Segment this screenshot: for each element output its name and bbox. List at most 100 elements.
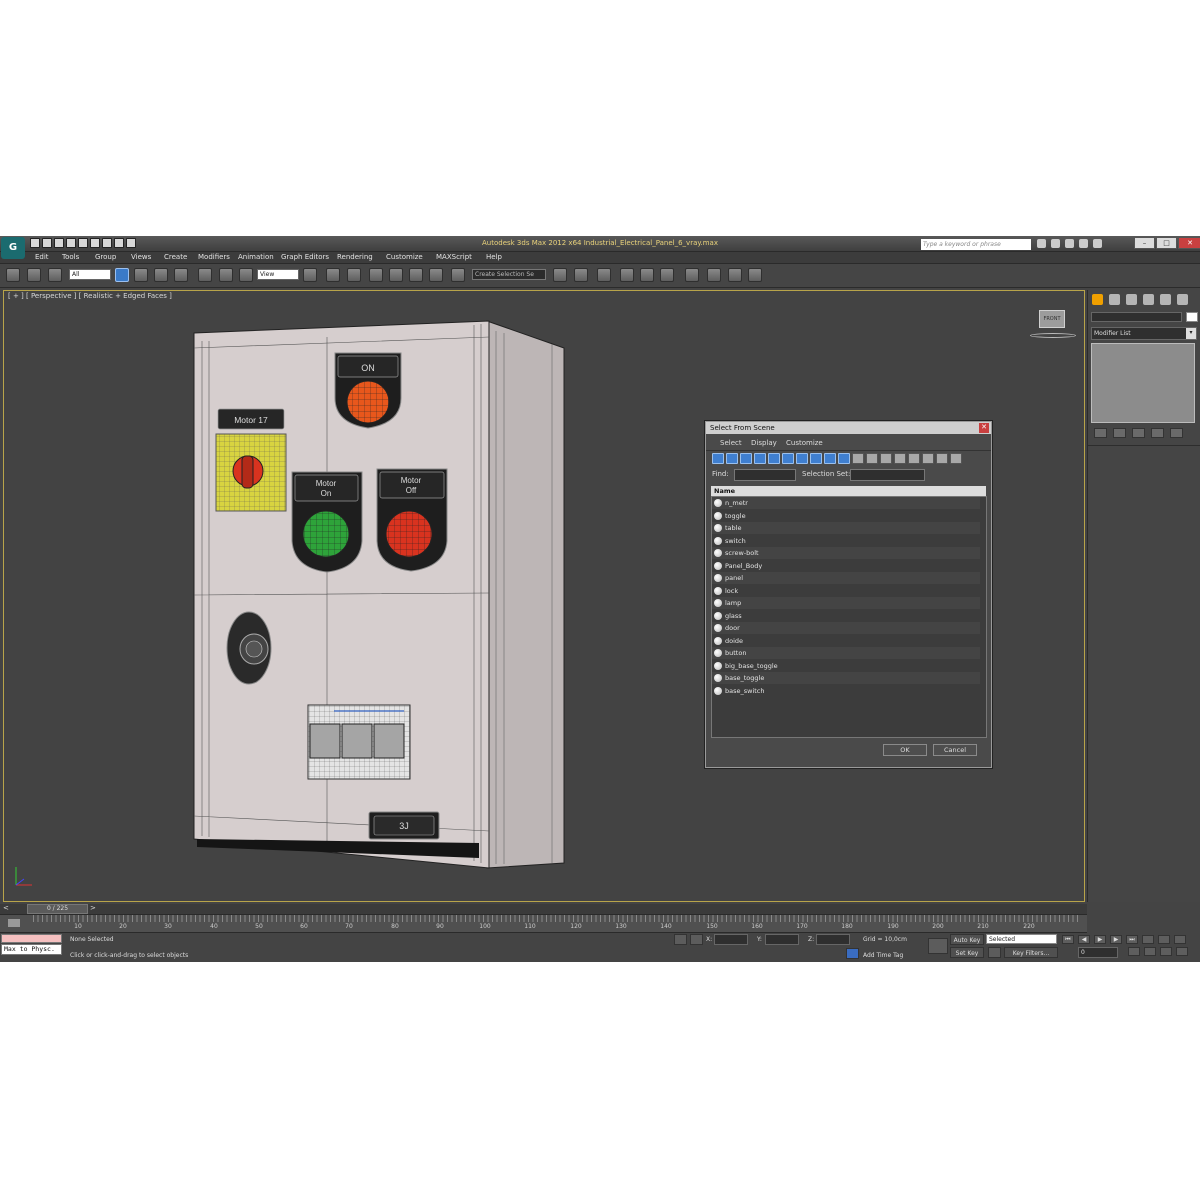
menu-graph-editors[interactable]: Graph Editors [281, 253, 329, 261]
key-filters-button[interactable]: Key Filters... [1004, 947, 1058, 958]
angle-snap-icon[interactable] [389, 268, 403, 282]
list-item[interactable]: switch [712, 535, 980, 547]
maxscript-listener-input[interactable]: Max to Physc. [1, 944, 62, 955]
search-input[interactable]: Type a keyword or phrase [921, 239, 1031, 250]
filter-funnel-icon[interactable] [936, 453, 948, 464]
zoom-all-icon[interactable] [1158, 935, 1170, 944]
dialog-close-button[interactable]: ✕ [979, 423, 989, 433]
list-item[interactable]: panel [712, 572, 980, 584]
menu-views[interactable]: Views [131, 253, 151, 261]
time-tag-icon[interactable] [846, 948, 859, 959]
material-editor-icon[interactable] [685, 268, 699, 282]
undo-dropdown-icon[interactable] [78, 238, 88, 248]
key-icon[interactable] [988, 947, 1001, 958]
key-mode-dropdown[interactable]: Selected [986, 934, 1057, 944]
track-bar[interactable]: 10 20 30 40 50 60 70 80 90 100 110 120 1… [0, 914, 1087, 933]
display-all-icon[interactable] [880, 453, 892, 464]
filter-containers-icon[interactable] [838, 453, 850, 464]
object-name-field[interactable] [1091, 312, 1182, 322]
new-file-icon[interactable] [30, 238, 40, 248]
add-time-tag-button[interactable]: Add Time Tag [863, 952, 903, 959]
curve-editor-mini-icon[interactable] [8, 919, 20, 927]
list-item[interactable]: base_switch [712, 685, 980, 697]
pivot-center-icon[interactable] [303, 268, 317, 282]
subscription-icon[interactable] [1051, 239, 1060, 248]
menu-animation[interactable]: Animation [238, 253, 274, 261]
undo-icon[interactable] [66, 238, 76, 248]
selection-set-dropdown[interactable] [850, 469, 925, 481]
unlink-selection-icon[interactable] [27, 268, 41, 282]
menu-customize[interactable]: Customize [386, 253, 423, 261]
list-item[interactable]: toggle [712, 510, 980, 522]
list-item[interactable]: lamp [712, 597, 980, 609]
binoculars-icon[interactable] [1037, 239, 1046, 248]
open-file-icon[interactable] [42, 238, 52, 248]
goto-end-icon[interactable]: ⏭ [1126, 935, 1138, 944]
zoom-extents-icon[interactable] [1174, 935, 1186, 944]
filter-geometry-icon[interactable] [712, 453, 724, 464]
remove-modifier-icon[interactable] [1151, 428, 1164, 438]
next-frame-icon[interactable]: ▶ [1110, 935, 1122, 944]
list-item[interactable]: big_base_toggle [712, 660, 980, 672]
bind-to-space-warp-icon[interactable] [48, 268, 62, 282]
auto-key-button[interactable]: Auto Key [950, 934, 984, 945]
curve-editor-icon[interactable] [640, 268, 654, 282]
menu-tools[interactable]: Tools [62, 253, 79, 261]
select-all-icon[interactable] [922, 453, 934, 464]
utilities-tab-icon[interactable] [1177, 294, 1188, 305]
scene-object-list[interactable]: n_metr toggle table switch screw-bolt Pa… [711, 496, 987, 738]
list-item[interactable]: glass [712, 610, 980, 622]
configure-modifier-sets-icon[interactable] [1170, 428, 1183, 438]
edit-named-selection-icon[interactable] [451, 268, 465, 282]
motion-tab-icon[interactable] [1143, 294, 1154, 305]
list-item[interactable]: screw-bolt [712, 547, 980, 559]
pin-stack-icon[interactable] [1094, 428, 1107, 438]
help-icon[interactable] [1093, 239, 1102, 248]
zoom-icon[interactable] [1142, 935, 1154, 944]
list-item[interactable]: Panel_Body [712, 560, 980, 572]
keyboard-shortcut-override-icon[interactable] [347, 268, 361, 282]
select-object-icon[interactable] [115, 268, 129, 282]
maximize-button[interactable]: □ [1156, 237, 1177, 249]
list-item[interactable]: lock [712, 585, 980, 597]
percent-snap-icon[interactable] [409, 268, 423, 282]
save-file-icon[interactable] [54, 238, 64, 248]
list-item[interactable]: doide [712, 635, 980, 647]
render-setup-icon[interactable] [707, 268, 721, 282]
dialog-menu-select[interactable]: Select [720, 439, 742, 447]
menu-rendering[interactable]: Rendering [337, 253, 373, 261]
show-end-result-icon[interactable] [1113, 428, 1126, 438]
select-and-scale-icon[interactable] [239, 268, 253, 282]
menu-edit[interactable]: Edit [35, 253, 49, 261]
hierarchy-mode-icon[interactable] [950, 453, 962, 464]
select-and-link-icon[interactable] [6, 268, 20, 282]
time-slider-prev[interactable]: < [3, 904, 9, 912]
time-config-icon[interactable] [1128, 947, 1140, 956]
select-and-manipulate-icon[interactable] [326, 268, 340, 282]
select-by-name-icon[interactable] [134, 268, 148, 282]
named-selection-sets-dropdown[interactable]: Create Selection Se [472, 269, 546, 280]
invert-display-icon[interactable] [908, 453, 920, 464]
filter-lights-icon[interactable] [740, 453, 752, 464]
filter-xrefs-icon[interactable] [810, 453, 822, 464]
render-production-icon[interactable] [748, 268, 762, 282]
name-column-header[interactable]: Name [711, 486, 986, 496]
set-key-button[interactable]: Set Key [950, 947, 984, 958]
align-icon[interactable] [574, 268, 588, 282]
list-item[interactable]: n_metr [712, 497, 980, 509]
list-item[interactable]: base_toggle [712, 672, 980, 684]
y-coordinate-field[interactable] [765, 934, 799, 945]
set-key-mode-icon[interactable] [928, 938, 948, 954]
modify-tab-icon[interactable] [1109, 294, 1120, 305]
list-item[interactable]: door [712, 622, 980, 634]
current-frame-field[interactable]: 0 [1078, 947, 1118, 958]
time-slider[interactable]: 0 / 225 [27, 904, 88, 914]
project-folder-icon[interactable] [114, 238, 124, 248]
schematic-view-icon[interactable] [660, 268, 674, 282]
pan-view-icon[interactable] [1160, 947, 1172, 956]
filter-bones-icon[interactable] [824, 453, 836, 464]
find-input[interactable] [734, 469, 796, 481]
previous-frame-icon[interactable]: ◀ [1078, 935, 1090, 944]
list-item[interactable]: button [712, 647, 980, 659]
create-tab-icon[interactable] [1092, 294, 1103, 305]
